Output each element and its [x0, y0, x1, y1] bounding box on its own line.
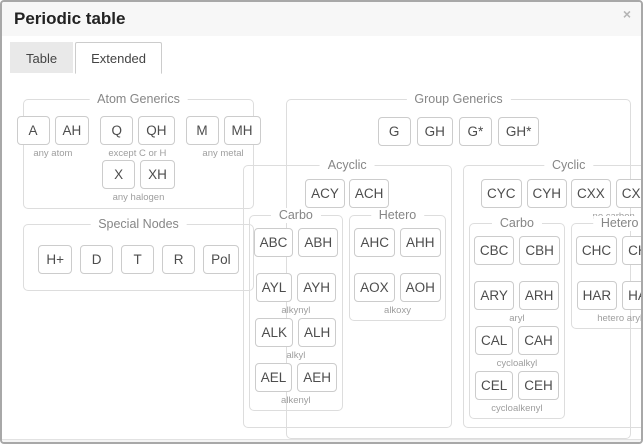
button-q[interactable]: Q: [100, 116, 133, 145]
button-aoh[interactable]: AOH: [400, 273, 441, 302]
group-generics-row: G GH G* GH*: [296, 117, 621, 146]
group-generics-legend: Group Generics: [406, 92, 510, 107]
button-cel[interactable]: CEL: [475, 371, 513, 400]
button-ceh[interactable]: CEH: [518, 371, 559, 400]
cyclic-hetero-section: Hetero CHC CHH: [571, 223, 643, 329]
dialog-footer: Cancel OK: [2, 439, 641, 444]
alkyl-label: alkyl: [286, 349, 305, 362]
acyclic-carbo-legend: Carbo: [271, 208, 321, 223]
button-arh[interactable]: ARH: [519, 281, 560, 310]
button-cyh[interactable]: CYH: [527, 179, 568, 208]
button-g[interactable]: G: [378, 117, 411, 146]
button-ayh[interactable]: AYH: [297, 273, 336, 302]
button-x[interactable]: X: [102, 160, 135, 189]
cyclic-carbo-legend: Carbo: [492, 216, 542, 231]
button-m[interactable]: M: [186, 116, 219, 145]
button-aox[interactable]: AOX: [354, 273, 395, 302]
button-cbh[interactable]: CBH: [519, 236, 560, 265]
acyclic-hetero-section: Hetero AHC AHH: [349, 215, 446, 321]
button-a[interactable]: A: [17, 116, 50, 145]
button-alk[interactable]: ALK: [255, 318, 293, 347]
cyclic-carbo-section: Carbo CBC CBH: [469, 223, 565, 419]
button-aeh[interactable]: AEH: [297, 363, 337, 392]
any-atom-group: A AH any atom: [17, 116, 90, 160]
alkynyl-label: alkynyl: [281, 304, 310, 317]
tab-extended[interactable]: Extended: [75, 42, 162, 74]
cyclic-section: Cyclic CYC CYH CXX: [463, 165, 643, 428]
alkoxy-label: alkoxy: [384, 304, 411, 317]
button-ael[interactable]: AEL: [255, 363, 293, 392]
button-d[interactable]: D: [80, 245, 113, 274]
button-cbc[interactable]: CBC: [474, 236, 515, 265]
dialog-titlebar: Periodic table ×: [2, 2, 641, 36]
button-ary[interactable]: ARY: [474, 281, 514, 310]
close-icon[interactable]: ×: [623, 7, 631, 21]
atom-generics-row: X XH any halogen: [32, 160, 245, 204]
cycloalkyl-label: cycloalkyl: [497, 357, 538, 370]
aryl-label: aryl: [509, 312, 524, 325]
any-atom-label: any atom: [33, 147, 72, 160]
dialog-content: Atom Generics A AH any atom Q QH: [2, 73, 641, 439]
tab-bar: Table Extended: [2, 36, 641, 73]
right-column: Group Generics G GH G* GH* Acyclic ACY A…: [286, 99, 631, 439]
button-t[interactable]: T: [121, 245, 154, 274]
button-alh[interactable]: ALH: [298, 318, 336, 347]
cycloalkenyl-label: cycloalkenyl: [491, 402, 542, 415]
acyclic-hetero-legend: Hetero: [371, 208, 425, 223]
button-xh[interactable]: XH: [140, 160, 175, 189]
acyclic-legend: Acyclic: [320, 158, 375, 173]
acyclic-section: Acyclic ACY ACH Carbo ABC: [243, 165, 452, 428]
button-chh[interactable]: CHH: [622, 236, 643, 265]
atom-generics-row: A AH any atom Q QH except C or H: [32, 116, 245, 160]
except-c-or-h-label: except C or H: [108, 147, 166, 160]
button-hah[interactable]: HAH: [622, 281, 643, 310]
button-r[interactable]: R: [162, 245, 195, 274]
any-halogen-group: X XH any halogen: [102, 160, 175, 204]
any-metal-group: M MH any metal: [186, 116, 261, 160]
button-ahc[interactable]: AHC: [354, 228, 395, 257]
cyclic-legend: Cyclic: [544, 158, 593, 173]
cyclic-hetero-legend: Hetero: [593, 216, 643, 231]
special-nodes-section: Special Nodes H+ D T R Pol: [23, 224, 254, 291]
hetero-aryl-label: hetero aryl: [597, 312, 642, 325]
button-cyc[interactable]: CYC: [481, 179, 522, 208]
button-cxh[interactable]: CXH: [616, 179, 643, 208]
periodic-table-dialog: Periodic table × Table Extended Atom Gen…: [0, 0, 643, 444]
special-nodes-row: H+ D T R Pol: [32, 245, 245, 274]
special-nodes-legend: Special Nodes: [90, 217, 187, 232]
button-acy[interactable]: ACY: [305, 179, 345, 208]
except-c-or-h-group: Q QH except C or H: [100, 116, 174, 160]
button-ayl[interactable]: AYL: [256, 273, 293, 302]
alkenyl-label: alkenyl: [281, 394, 311, 407]
atom-generics-section: Atom Generics A AH any atom Q QH: [23, 99, 254, 209]
button-pol[interactable]: Pol: [203, 245, 239, 274]
button-ah[interactable]: AH: [55, 116, 90, 145]
button-gh[interactable]: GH: [417, 117, 453, 146]
atom-generics-legend: Atom Generics: [89, 92, 188, 107]
button-abc[interactable]: ABC: [254, 228, 294, 257]
button-ahh[interactable]: AHH: [400, 228, 441, 257]
button-cxx[interactable]: CXX: [571, 179, 611, 208]
dialog-title: Periodic table: [14, 9, 125, 28]
tab-table[interactable]: Table: [10, 42, 73, 73]
button-cah[interactable]: CAH: [518, 326, 559, 355]
button-qh[interactable]: QH: [138, 116, 174, 145]
button-ach[interactable]: ACH: [349, 179, 390, 208]
button-h-plus[interactable]: H+: [38, 245, 72, 274]
button-g-star[interactable]: G*: [459, 117, 492, 146]
button-abh[interactable]: ABH: [298, 228, 338, 257]
any-halogen-label: any halogen: [113, 191, 165, 204]
left-column: Atom Generics A AH any atom Q QH: [23, 99, 254, 439]
button-har[interactable]: HAR: [577, 281, 618, 310]
button-chc[interactable]: CHC: [576, 236, 617, 265]
button-cal[interactable]: CAL: [475, 326, 513, 355]
any-metal-label: any metal: [202, 147, 243, 160]
group-generics-section: Group Generics G GH G* GH* Acyclic ACY A…: [286, 99, 631, 439]
button-gh-star[interactable]: GH*: [498, 117, 540, 146]
button-mh[interactable]: MH: [224, 116, 261, 145]
acyclic-carbo-section: Carbo ABC ABH: [249, 215, 344, 411]
